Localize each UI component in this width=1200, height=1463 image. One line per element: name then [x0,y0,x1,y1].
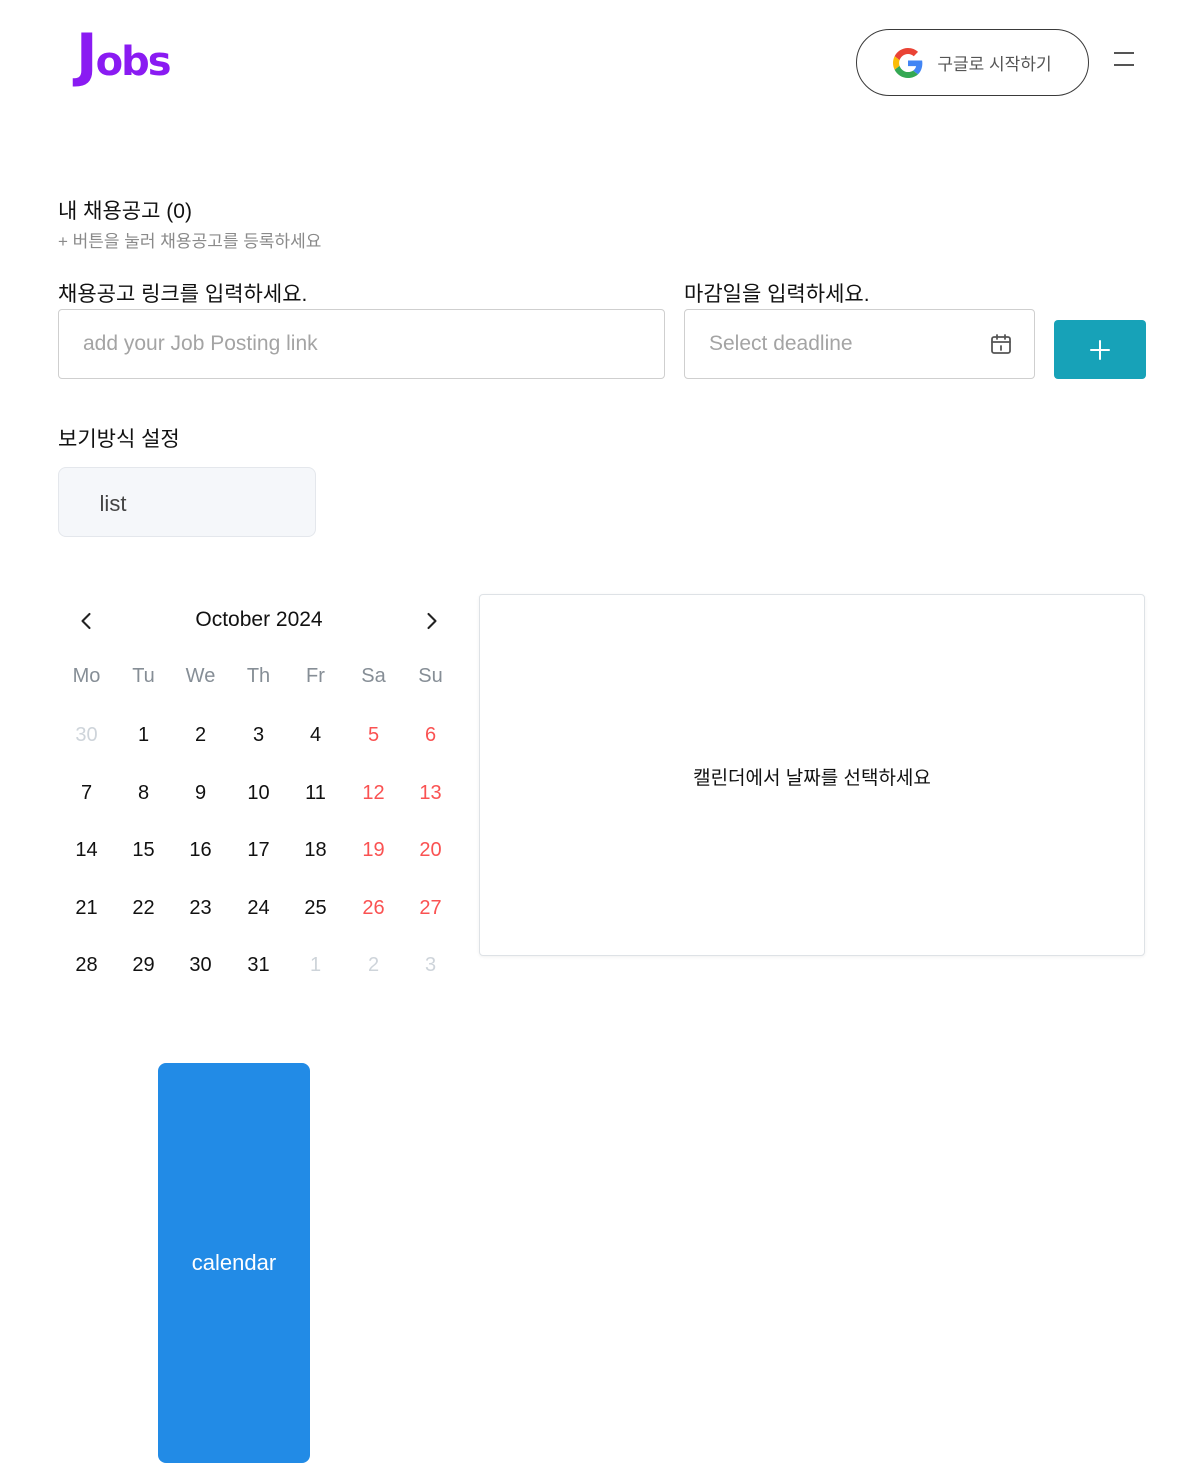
view-mode-toggle: list calendar [58,467,316,1463]
calendar-day[interactable]: 30 [172,937,229,993]
view-mode-title: 보기방식 설정 [58,428,180,451]
calendar-day[interactable]: 22 [115,880,172,936]
job-link-input[interactable] [58,309,665,379]
google-login-button[interactable]: 구글로 시작하기 [856,29,1089,96]
calendar-day[interactable]: 29 [115,937,172,993]
calendar-day[interactable]: 3 [402,937,459,993]
calendar-day[interactable]: 13 [402,765,459,821]
calendar-day[interactable]: 21 [58,880,115,936]
calendar-day[interactable]: 7 [58,765,115,821]
deadline-picker[interactable]: Select deadline [684,309,1035,379]
view-option-calendar[interactable]: calendar [158,1063,310,1463]
calendar-day[interactable]: 6 [402,707,459,763]
calendar-day[interactable]: 1 [115,707,172,763]
calendar-day[interactable]: 3 [230,707,287,763]
google-login-label: 구글로 시작하기 [937,55,1052,74]
logo[interactable]: Jobs [76,26,172,85]
calendar-day[interactable]: 8 [115,765,172,821]
calendar-day[interactable]: 26 [345,880,402,936]
calendar-day[interactable]: 20 [402,822,459,878]
weekday-label: We [185,665,216,687]
view-option-list[interactable]: list [69,476,157,532]
weekday-label: Fr [306,665,325,687]
calendar-day[interactable]: 15 [115,822,172,878]
calendar: October 2024 Mo Tu We Th Fr Sa Su 30 1 2 3 4… [58,595,460,995]
deadline-placeholder: Select deadline [709,332,853,355]
add-job-button[interactable] [1054,320,1146,379]
calendar-day[interactable]: 18 [287,822,344,878]
calendar-day[interactable]: 16 [172,822,229,878]
calendar-day[interactable]: 11 [287,765,344,821]
next-month-button[interactable] [418,607,446,635]
calendar-day[interactable]: 23 [172,880,229,936]
calendar-day[interactable]: 25 [287,880,344,936]
calendar-icon [991,334,1011,354]
calendar-day[interactable]: 12 [345,765,402,821]
calendar-day[interactable]: 27 [402,880,459,936]
deadline-field-label: 마감일을 입력하세요. [684,283,870,306]
weekday-label: Mo [72,665,101,687]
link-field-label: 채용공고 링크를 입력하세요. [58,283,308,306]
calendar-day[interactable]: 17 [230,822,287,878]
plus-icon [1090,340,1110,360]
calendar-month-label[interactable]: October 2024 [138,608,380,632]
calendar-day[interactable]: 4 [287,707,344,763]
previous-month-button[interactable] [72,607,100,635]
menu-line-top [1114,52,1134,54]
menu-icon[interactable] [1112,48,1138,70]
my-jobs-subtitle: + 버튼을 눌러 채용공고를 등록하세요 [58,232,322,251]
calendar-day[interactable]: 5 [345,707,402,763]
logo-initial: J [76,21,98,89]
header: Jobs 구글로 시작하기 [0,0,1200,120]
calendar-day[interactable]: 24 [230,880,287,936]
calendar-day[interactable]: 2 [172,707,229,763]
calendar-day[interactable]: 30 [58,707,115,763]
empty-state-message: 캘린더에서 날짜를 선택하세요 [693,768,931,789]
chevron-left-icon [81,612,91,630]
calendar-day[interactable]: 28 [58,937,115,993]
chevron-right-icon [427,612,437,630]
calendar-day[interactable]: 31 [230,937,287,993]
calendar-day[interactable]: 14 [58,822,115,878]
weekday-label: Th [246,665,271,687]
weekday-label: Tu [132,665,155,687]
calendar-day[interactable]: 19 [345,822,402,878]
weekday-header: Mo Tu We Th Fr Sa Su [58,665,460,695]
weekday-label: Su [418,665,443,687]
calendar-day[interactable]: 10 [230,765,287,821]
weekday-label: Sa [361,665,386,687]
calendar-day[interactable]: 9 [172,765,229,821]
calendar-day[interactable]: 2 [345,937,402,993]
date-detail-panel: 캘린더에서 날짜를 선택하세요 [479,594,1145,956]
logo-rest: obs [95,39,172,85]
google-icon [893,47,923,78]
menu-line-bottom [1114,64,1134,66]
calendar-day[interactable]: 1 [287,937,344,993]
my-jobs-title: 내 채용공고 (0) [58,200,192,223]
